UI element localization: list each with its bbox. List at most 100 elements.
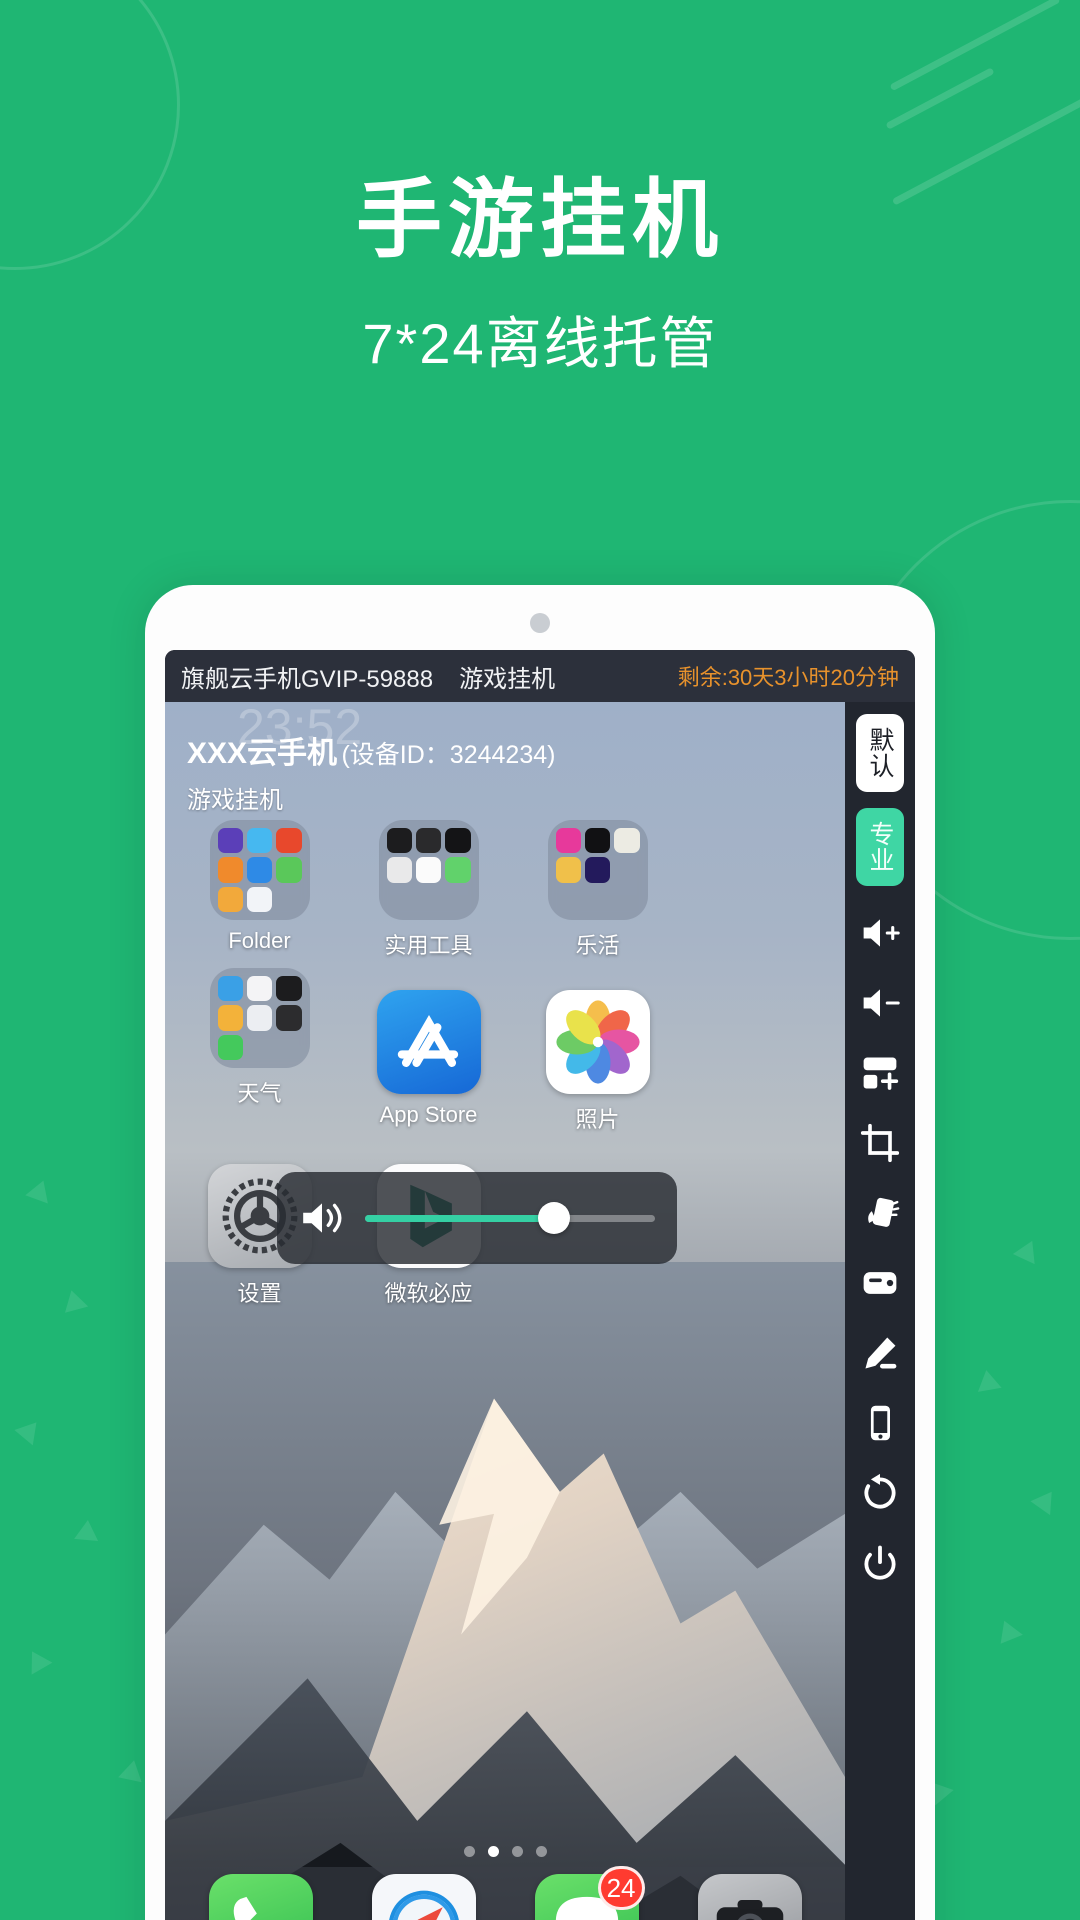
mini-app-icon — [217, 1005, 243, 1031]
mini-app-icon — [584, 857, 611, 883]
mini-app-icon — [217, 1034, 243, 1060]
page-dot[interactable] — [535, 1846, 547, 1857]
app-label: 微软必应 — [384, 1281, 473, 1306]
home-page-label: 游戏挂机 — [187, 787, 283, 814]
mini-app-icon — [217, 886, 243, 912]
mini-app-icon — [614, 887, 639, 912]
mini-app-icon — [276, 887, 301, 912]
session-mode-label: 游戏挂机 — [459, 665, 556, 693]
phone-screen: 旗舰云手机GVIP-59888 游戏挂机 剩余:30天3小时20分钟 23:52… — [165, 650, 915, 1920]
decorative-triangle — [118, 1757, 146, 1783]
mini-app-icon — [445, 857, 471, 883]
phone-mockup: 旗舰云手机GVIP-59888 游戏挂机 剩余:30天3小时20分钟 23:52… — [145, 585, 935, 1920]
mini-app-icon — [614, 828, 640, 854]
mini-app-icon — [276, 1005, 302, 1031]
mini-app-icon — [585, 887, 610, 912]
home-folder[interactable]: 实用工具 — [344, 820, 513, 960]
mini-app-icon — [217, 857, 243, 883]
volume-knob[interactable] — [537, 1202, 570, 1234]
page-indicator[interactable] — [165, 1846, 845, 1857]
camera-icon[interactable] — [697, 1874, 802, 1920]
ios-home-screen: 23:52 XXX云手机 (设备ID：3244234) 游戏挂机 Folder … — [165, 702, 845, 1920]
poster-headline: 手游挂机 7*24离线托管 — [0, 175, 1080, 380]
mini-app-icon — [276, 828, 302, 854]
home-folder[interactable]: Folder — [175, 820, 344, 960]
safari-icon[interactable] — [371, 1874, 476, 1920]
crop-screenshot-icon[interactable] — [857, 1120, 903, 1166]
decorative-triangle — [74, 1518, 100, 1542]
restart-icon[interactable] — [857, 1470, 903, 1516]
device-title: 旗舰云手机GVIP-59888 — [181, 665, 434, 693]
mini-app-icon — [415, 857, 442, 883]
home-app[interactable]: 照片 — [513, 990, 682, 1134]
phone-device-icon[interactable] — [857, 1400, 903, 1446]
folder-label: 乐活 — [575, 933, 620, 958]
mini-app-icon — [217, 828, 243, 854]
mini-app-icon — [555, 857, 581, 883]
edit-pencil-icon[interactable] — [857, 1330, 903, 1376]
phone-icon[interactable] — [208, 1874, 313, 1920]
home-folder[interactable]: 乐活 — [513, 820, 682, 960]
app-label: 设置 — [237, 1281, 282, 1306]
add-window-icon[interactable] — [857, 1050, 903, 1096]
mini-app-icon — [584, 828, 611, 854]
decorative-triangle — [1030, 1484, 1062, 1516]
mini-app-icon — [246, 1005, 273, 1031]
decorative-triangle — [21, 1645, 53, 1675]
message-badge: 24 — [597, 1866, 645, 1910]
home-folder[interactable]: 天气 — [175, 968, 344, 1134]
device-name: XXX云手机 — [187, 737, 338, 770]
mini-app-icon — [415, 828, 442, 854]
page-dot-active[interactable] — [487, 1846, 499, 1857]
folder-label: Folder — [228, 928, 291, 953]
mini-app-icon — [246, 886, 273, 912]
app-label: 照片 — [575, 1107, 620, 1132]
mini-app-icon — [556, 887, 581, 912]
speaker-icon — [303, 1203, 342, 1233]
remaining-time-label: 剩余:30天3小时20分钟 — [677, 665, 899, 690]
mini-app-icon — [386, 857, 412, 883]
mini-app-icon — [246, 857, 273, 883]
volume-slider[interactable] — [365, 1202, 655, 1234]
decorative-triangle — [1012, 1235, 1044, 1265]
mini-app-icon — [246, 976, 273, 1002]
folder-icon — [209, 820, 310, 920]
mini-app-icon — [247, 1035, 272, 1060]
photos-icon — [545, 990, 650, 1094]
shake-device-icon[interactable] — [857, 1190, 903, 1236]
mode-pro-button[interactable]: 专业 — [856, 808, 904, 886]
volume-hud[interactable] — [277, 1172, 677, 1264]
mini-app-icon — [276, 976, 302, 1002]
messages-icon[interactable]: 24 — [534, 1866, 645, 1920]
cloud-phone-titlebar: 旗舰云手机GVIP-59888 游戏挂机 剩余:30天3小时20分钟 — [165, 650, 915, 702]
decorative-triangle — [993, 1616, 1023, 1644]
mini-app-icon — [614, 857, 639, 882]
mini-app-icon — [387, 887, 412, 912]
page-subtitle: 7*24离线托管 — [362, 312, 718, 376]
mini-app-icon — [246, 828, 273, 854]
mini-app-icon — [276, 857, 302, 883]
device-info-line: XXX云手机 (设备ID：3244234) — [187, 728, 555, 772]
decorative-triangle — [59, 1287, 89, 1313]
wallpaper-photo — [165, 1262, 845, 1920]
volume-up-icon[interactable] — [857, 910, 903, 956]
page-dot[interactable] — [511, 1846, 523, 1857]
page-dot[interactable] — [463, 1846, 475, 1857]
volume-fill — [365, 1214, 554, 1222]
folder-icon — [547, 820, 648, 920]
mode-default-button[interactable]: 默认 — [856, 714, 904, 792]
control-rail: 默认 专业 — [845, 702, 915, 1920]
folder-label: 天气 — [237, 1081, 282, 1106]
home-app[interactable]: App Store — [344, 990, 513, 1134]
device-id: (设备ID：3244234) — [341, 741, 556, 769]
power-icon[interactable] — [857, 1540, 903, 1586]
volume-down-icon[interactable] — [857, 980, 903, 1026]
ios-dock: 24 — [165, 1866, 845, 1920]
decorative-triangle — [974, 1368, 1002, 1392]
wallet-icon[interactable] — [857, 1260, 903, 1306]
decorative-streak — [885, 67, 995, 130]
mini-app-icon — [416, 887, 441, 912]
app-store-icon — [376, 990, 481, 1094]
mini-app-icon — [386, 828, 412, 854]
folder-label: 实用工具 — [384, 933, 473, 958]
